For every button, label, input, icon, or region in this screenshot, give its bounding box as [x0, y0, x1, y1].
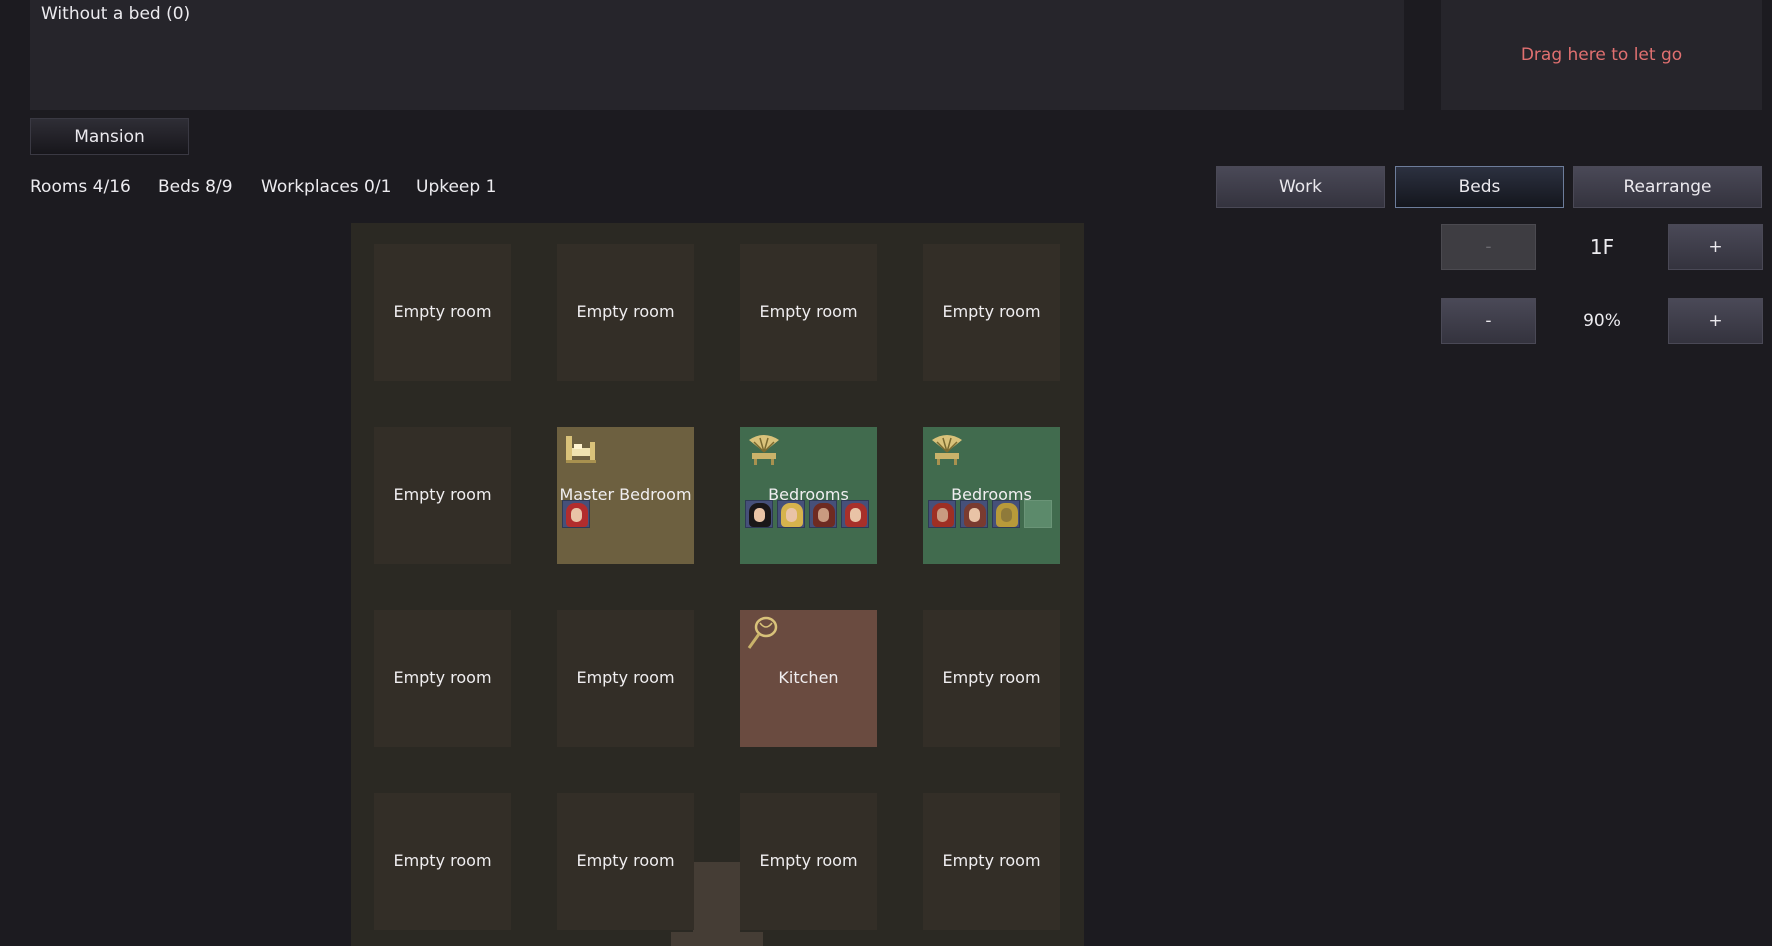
occupant-avatar[interactable] — [960, 500, 988, 528]
occupant-avatar[interactable] — [928, 500, 956, 528]
tab-work[interactable]: Work — [1216, 166, 1385, 208]
room-empty[interactable]: Empty room — [740, 244, 877, 381]
room-master-bedroom[interactable]: Master Bedroom — [557, 427, 694, 564]
release-label: Drag here to let go — [1520, 45, 1683, 65]
room-bedrooms[interactable]: Bedrooms — [740, 427, 877, 564]
tab-rearrange[interactable]: Rearrange — [1573, 166, 1762, 208]
zoom-value: 90% — [1583, 311, 1621, 331]
mansion-button[interactable]: Mansion — [30, 118, 189, 155]
room-empty[interactable]: Empty room — [923, 610, 1060, 747]
room-empty[interactable]: Empty room — [374, 427, 511, 564]
room-bedrooms[interactable]: Bedrooms — [923, 427, 1060, 564]
room-label: Empty room — [759, 302, 858, 321]
room-label: Empty room — [942, 668, 1041, 687]
bed-icon — [566, 436, 596, 463]
room-label: Empty room — [393, 851, 492, 870]
room-label: Kitchen — [778, 668, 839, 687]
room-label: Empty room — [576, 302, 675, 321]
occupant-avatar[interactable] — [777, 500, 805, 528]
occupant-avatar[interactable] — [745, 500, 773, 528]
occupant-avatar[interactable] — [809, 500, 837, 528]
room-empty[interactable]: Empty room — [557, 610, 694, 747]
occupant-avatar[interactable] — [562, 500, 590, 528]
workplaces-stat: Workplaces 0/1 — [261, 177, 392, 197]
room-kitchen[interactable]: Kitchen — [740, 610, 877, 747]
room-label: Empty room — [576, 851, 675, 870]
room-label: Empty room — [942, 302, 1041, 321]
beds-stat: Beds 8/9 — [158, 177, 233, 197]
floor-up-button[interactable]: + — [1668, 224, 1763, 270]
empty-bed-slot[interactable] — [1024, 500, 1052, 528]
occupant-list — [928, 500, 1052, 528]
fan-icon — [932, 435, 962, 465]
occupant-list — [745, 500, 869, 528]
room-empty[interactable]: Empty room — [374, 244, 511, 381]
tab-beds[interactable]: Beds — [1395, 166, 1564, 208]
room-label: Empty room — [393, 485, 492, 504]
zoom-in-button[interactable]: + — [1668, 298, 1763, 344]
zoom-out-button[interactable]: - — [1441, 298, 1536, 344]
room-empty[interactable]: Empty room — [557, 793, 694, 930]
room-label: Empty room — [576, 668, 675, 687]
room-label: Empty room — [942, 851, 1041, 870]
room-empty[interactable]: Empty room — [374, 610, 511, 747]
room-empty[interactable]: Empty room — [374, 793, 511, 930]
corridor-entrance — [671, 932, 763, 946]
room-empty[interactable]: Empty room — [923, 793, 1060, 930]
room-label: Empty room — [393, 302, 492, 321]
room-label: Empty room — [759, 851, 858, 870]
no-bed-label: Without a bed (0) — [41, 4, 191, 24]
upkeep-stat: Upkeep 1 — [416, 177, 497, 197]
no-bed-drop-zone[interactable]: Without a bed (0) — [30, 0, 1404, 110]
room-empty[interactable]: Empty room — [923, 244, 1060, 381]
rooms-stat: Rooms 4/16 — [30, 177, 131, 197]
whisk-icon — [747, 616, 778, 649]
occupant-avatar[interactable] — [841, 500, 869, 528]
room-empty[interactable]: Empty room — [557, 244, 694, 381]
occupant-list — [562, 500, 590, 528]
floor-down-button[interactable]: - — [1441, 224, 1536, 270]
occupant-avatar[interactable] — [992, 500, 1020, 528]
release-drop-zone[interactable]: Drag here to let go — [1441, 0, 1762, 110]
fan-icon — [749, 435, 779, 465]
room-empty[interactable]: Empty room — [740, 793, 877, 930]
floor-value: 1F — [1589, 235, 1615, 259]
room-label: Empty room — [393, 668, 492, 687]
